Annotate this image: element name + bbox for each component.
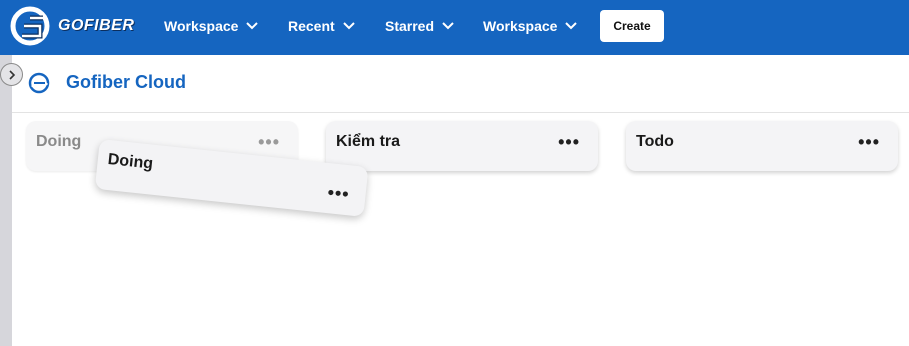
nav-workspace[interactable]: Workspace — [164, 0, 259, 52]
column-title: Todo — [636, 133, 674, 150]
chevron-down-icon — [442, 22, 454, 30]
chevron-down-icon — [565, 22, 578, 30]
board-logo-icon — [28, 72, 50, 94]
chevron-down-icon — [342, 22, 355, 30]
column-title: Doing — [107, 150, 154, 173]
nav-starred-label: Starred — [385, 18, 435, 34]
nav-recent-label: Recent — [288, 18, 335, 34]
create-button[interactable]: Create — [600, 10, 664, 42]
chevron-down-icon — [246, 22, 259, 30]
more-options-icon[interactable]: ••• — [558, 133, 580, 151]
brand-name: GOFIBER — [58, 17, 135, 34]
column-title: Doing — [36, 133, 82, 150]
nav-recent[interactable]: Recent — [288, 0, 355, 52]
board-title: Gofiber Cloud — [66, 72, 186, 92]
gofiber-logo-icon — [10, 6, 50, 46]
sidebar-collapsed — [0, 55, 12, 346]
brand-logo[interactable]: GOFIBER — [10, 6, 134, 46]
list-column[interactable]: Todo ••• — [626, 121, 898, 171]
column-title: Kiểm tra — [336, 133, 401, 150]
nav-workspace-2-label: Workspace — [483, 18, 558, 34]
top-navbar: GOFIBER Workspace Recent Starred Workspa… — [0, 0, 909, 55]
more-options-icon[interactable]: ••• — [858, 133, 880, 151]
nav-starred[interactable]: Starred — [385, 0, 454, 52]
nav-workspace-2[interactable]: Workspace — [483, 0, 578, 52]
more-options-icon[interactable]: ••• — [327, 182, 351, 204]
list-column[interactable]: Kiểm tra ••• — [326, 121, 598, 171]
more-options-icon[interactable]: ••• — [258, 133, 280, 151]
nav-workspace-label: Workspace — [164, 18, 239, 34]
